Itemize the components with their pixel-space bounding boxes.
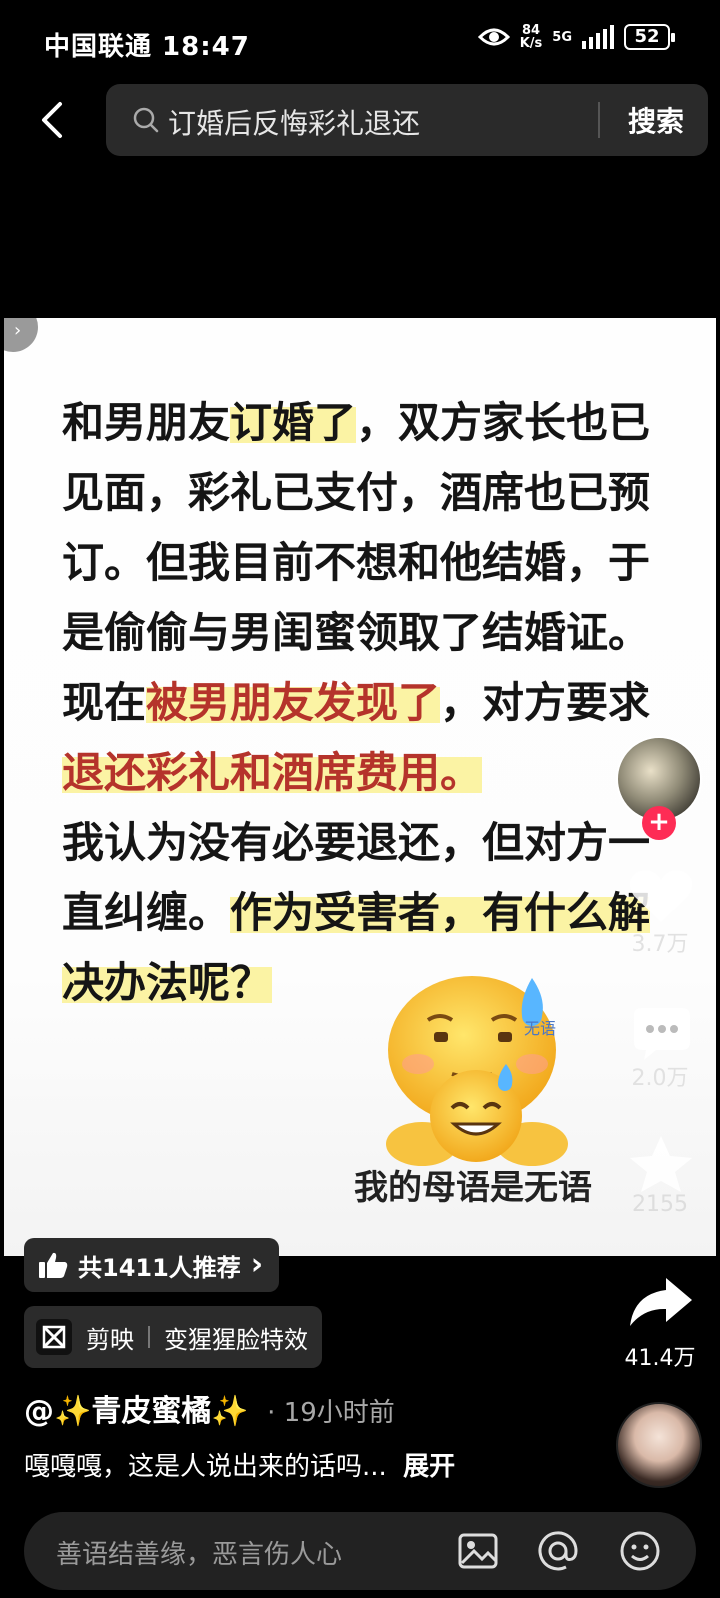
status-bar: 中国联通 18:47 84 K/s 5G 52: [0, 0, 720, 86]
like-count: 3.7万: [631, 932, 689, 957]
text-segment: 见面，彩礼已支付，酒席也已预: [62, 468, 651, 517]
like-overlay-text: 解: [646, 877, 676, 912]
post-text-line: 和男朋友订婚了，双方家长也已: [62, 388, 702, 458]
signal-icon: [582, 25, 614, 49]
red-highlight-text: 被男朋友发现了: [146, 678, 441, 727]
author-line: @✨青皮蜜橘✨ · 19小时前: [24, 1386, 395, 1430]
post-image[interactable]: › 和男朋友订婚了，双方家长也已见面，彩礼已支付，酒席也已预 订。但我目前不想和他…: [4, 318, 716, 1256]
recommend-pill[interactable]: 共1411人推荐 ›: [24, 1238, 280, 1292]
thumbs-up-icon: [39, 1252, 68, 1278]
carrier-time: 中国联通 18:47: [44, 32, 250, 62]
heart-icon[interactable]: 解: [626, 866, 696, 926]
back-arrow-icon[interactable]: [34, 96, 74, 144]
text-segment: 订。但我目前不想和他结婚，于: [62, 538, 651, 587]
search-icon: [133, 107, 159, 133]
divider: [148, 1326, 150, 1348]
recommend-label: 共1411人推荐: [78, 1253, 241, 1282]
emoji-label: 无语: [524, 1019, 556, 1038]
jianying-app: 剪映: [86, 1325, 134, 1354]
highlight-text: 订婚了: [230, 398, 357, 447]
red-highlight-text: 退还彩礼和酒席费用。: [62, 748, 483, 797]
emoji-icon[interactable]: [618, 1529, 662, 1573]
eye-icon: [477, 28, 510, 46]
chevron-right-icon: ›: [250, 1247, 264, 1282]
description: 嘎嘎嘎，这是人说出来的话吗... 展开: [24, 1446, 455, 1483]
speechless-emoji-icon: 无语: [386, 976, 568, 1166]
jianying-tag[interactable]: 剪映 变猩猩脸特效: [24, 1306, 322, 1368]
comment-icon[interactable]: [626, 1004, 696, 1064]
text-segment: 现在: [62, 678, 147, 727]
text-segment: 我认为没有必要退还，但对方一: [62, 818, 651, 867]
post-text-line: 直纠缠。作为受害者，有什么解: [62, 878, 702, 948]
network-speed: 84 K/s: [520, 24, 543, 50]
highlight-text: 作为受害者，有什么解: [230, 888, 651, 937]
image-icon[interactable]: [456, 1529, 500, 1573]
text-segment: ，双方家长也已: [356, 398, 651, 447]
at-icon[interactable]: [536, 1529, 580, 1573]
author-avatar[interactable]: [616, 1402, 702, 1488]
description-text: 嘎嘎嘎，这是人说出来的话吗...: [24, 1452, 387, 1482]
post-text-line: 现在被男朋友发现了，对方要求: [62, 668, 702, 738]
speed-unit: K/s: [519, 36, 543, 51]
text-segment: 是偷偷与男闺蜜领取了结婚证。: [62, 608, 651, 657]
text-segment: ，对方要求: [440, 678, 651, 727]
post-text-line: 是偷偷与男闺蜜领取了结婚证。: [62, 598, 702, 668]
jianying-logo-icon: [36, 1319, 72, 1355]
author-name[interactable]: @✨青皮蜜橘✨: [24, 1394, 249, 1429]
star-icon[interactable]: [626, 1134, 696, 1194]
status-icons: 84 K/s 5G 52: [477, 24, 675, 50]
search-box[interactable]: 订婚后反悔彩礼退还 搜索: [106, 84, 708, 156]
comment-bar[interactable]: 善语结善缘，恶言伤人心: [24, 1512, 696, 1590]
highlight-text: 决办法呢？: [62, 958, 273, 1007]
post-text-line: 我认为没有必要退还，但对方一: [62, 808, 702, 878]
battery-icon: 52: [624, 24, 675, 50]
network-type: 5G: [552, 29, 572, 45]
text-segment: 和男朋友: [62, 398, 231, 447]
chevron-right-icon: ›: [14, 320, 22, 341]
share-icon[interactable]: [626, 1272, 696, 1332]
post-text-line: 见面，彩礼已支付，酒席也已预: [62, 458, 702, 528]
search-divider: [598, 102, 600, 138]
comment-count: 2.0万: [631, 1066, 689, 1091]
share-count: 41.4万: [624, 1346, 696, 1371]
post-text-line: 退还彩礼和酒席费用。: [62, 738, 702, 808]
post-text-line: 订。但我目前不想和他结婚，于: [62, 528, 702, 598]
comment-input[interactable]: 善语结善缘，恶言伤人心: [56, 1534, 342, 1571]
follow-button[interactable]: +: [642, 806, 676, 840]
expand-button[interactable]: 展开: [403, 1452, 455, 1482]
search-input[interactable]: 订婚后反悔彩礼退还: [168, 102, 420, 142]
text-segment: 直纠缠。: [62, 888, 231, 937]
post-time: · 19小时前: [267, 1398, 395, 1428]
image-caption: 我的母语是无语: [354, 1168, 592, 1208]
favorite-count: 2155: [632, 1192, 688, 1217]
post-text: 和男朋友订婚了，双方家长也已见面，彩礼已支付，酒席也已预 订。但我目前不想和他结婚…: [62, 388, 702, 1018]
search-button[interactable]: 搜索: [628, 100, 684, 140]
jianying-effect: 变猩猩脸特效: [164, 1325, 308, 1354]
